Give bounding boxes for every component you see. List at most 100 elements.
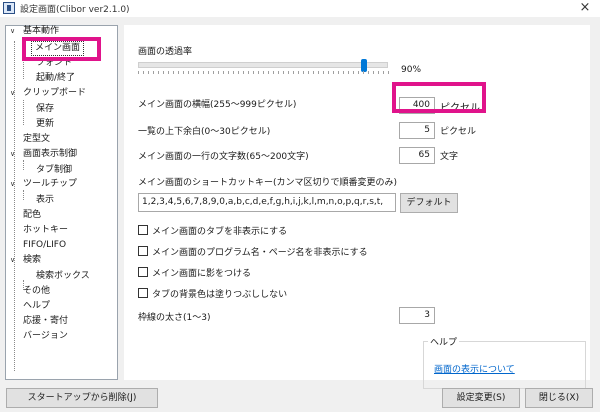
settings-window: ∨ 基本動作 メイン画面 フォント 起動/終了 ∨ クリップボード 保存 更新 … (0, 17, 600, 412)
slider-ticks (138, 71, 389, 75)
slider-tick (208, 71, 209, 74)
chevron-down-icon[interactable]: ∨ (10, 150, 18, 158)
slider-tick (188, 71, 189, 74)
shortcut-label: メイン画面のショートカットキー(カンマ区切りで順番変更のみ) (138, 178, 398, 188)
checkbox-label: メイン画面のタブを非表示にする (152, 227, 288, 237)
slider-tick (143, 71, 144, 74)
checkbox-tab-bg[interactable]: タブの背景色は塗りつぶししない (138, 287, 288, 300)
slider-tick (383, 71, 384, 74)
slider-tick (148, 71, 149, 74)
title-bar: 設定画面(Clibor ver2.1.0) × (0, 0, 600, 17)
slider-tick (183, 71, 184, 74)
checkbox-hide-tabs[interactable]: メイン画面のタブを非表示にする (138, 224, 288, 237)
tree-item-help[interactable]: ヘルプ (23, 301, 50, 312)
slider-tick (168, 71, 169, 74)
margin-label: 一覧の上下余白(0～30ピクセル) (138, 127, 271, 137)
tree-item-fifo-lifo[interactable]: FIFO/LIFO (23, 240, 66, 251)
transparency-label: 画面の透過率 (138, 47, 193, 57)
slider-tick (378, 71, 379, 74)
tree-item-other[interactable]: その他 (23, 286, 50, 297)
chars-label: メイン画面の一行の文字数(65～200文字) (138, 152, 309, 162)
slider-tick (138, 71, 139, 74)
slider-tick (293, 71, 294, 74)
chevron-down-icon[interactable]: ∨ (10, 180, 18, 188)
slider-tick (238, 71, 239, 74)
settings-tree[interactable]: ∨ 基本動作 メイン画面 フォント 起動/終了 ∨ クリップボード 保存 更新 … (5, 25, 118, 380)
tree-item-hotkey[interactable]: ホットキー (23, 225, 68, 236)
slider-tick (348, 71, 349, 74)
tree-item-display-control[interactable]: 画面表示制御 (23, 149, 77, 160)
tree-item-support[interactable]: 応援・寄付 (23, 316, 68, 327)
tree-item-tooltip[interactable]: ツールチップ (23, 179, 77, 190)
tree-item-tooltip-display[interactable]: 表示 (36, 195, 54, 206)
close-icon[interactable]: × (570, 0, 600, 17)
apply-button[interactable]: 設定変更(S) (442, 388, 520, 408)
highlight-width-field (392, 82, 486, 113)
chevron-down-icon[interactable]: ∨ (10, 89, 18, 97)
slider-tick (283, 71, 284, 74)
slider-tick (243, 71, 244, 74)
checkbox-shadow[interactable]: メイン画面に影をつける (138, 266, 252, 279)
slider-tick (233, 71, 234, 74)
slider-tick (278, 71, 279, 74)
checkbox-hide-program-name[interactable]: メイン画面のプログラム名・ページ名を非表示にする (138, 245, 368, 258)
tree-item-search[interactable]: 検索 (23, 255, 41, 266)
tree-item-colors[interactable]: 配色 (23, 210, 41, 221)
border-label: 枠線の太さ(1～3) (138, 313, 211, 323)
settings-panel: 画面の透過率 90% メイン画面の横幅(255～999ピクセル) 400 ピクセ… (124, 25, 590, 389)
window-title: 設定画面(Clibor ver2.1.0) (20, 5, 130, 15)
slider-tick (213, 71, 214, 74)
slider-tick (373, 71, 374, 74)
slider-tick (388, 71, 389, 74)
slider-tick (303, 71, 304, 74)
checkbox-label: タブの背景色は塗りつぶししない (152, 290, 288, 300)
app-icon (3, 2, 15, 14)
checkbox-box[interactable] (138, 225, 148, 235)
remove-startup-button[interactable]: スタートアップから削除(J) (6, 388, 158, 408)
slider-tick (218, 71, 219, 74)
chevron-down-icon[interactable]: ∨ (10, 27, 18, 35)
help-legend: ヘルプ (428, 335, 460, 348)
tree-item-template[interactable]: 定型文 (23, 134, 50, 145)
slider-tick (173, 71, 174, 74)
slider-tick (258, 71, 259, 74)
slider-tick (228, 71, 229, 74)
help-link[interactable]: 画面の表示について (434, 362, 515, 375)
width-label: メイン画面の横幅(255～999ピクセル) (138, 100, 297, 110)
border-input[interactable]: 3 (399, 307, 435, 324)
tree-item-tab-control[interactable]: タブ制御 (36, 165, 72, 176)
slider-tick (163, 71, 164, 74)
tree-item-search-box[interactable]: 検索ボックス (36, 271, 90, 282)
slider-tick (263, 71, 264, 74)
slider-tick (203, 71, 204, 74)
margin-input[interactable]: 5 (399, 122, 435, 139)
slider-tick (358, 71, 359, 74)
slider-tick (363, 71, 364, 74)
tree-item-basic[interactable]: 基本動作 (23, 26, 59, 37)
checkbox-box[interactable] (138, 267, 148, 277)
tree-item-save[interactable]: 保存 (36, 104, 54, 115)
tree-item-update[interactable]: 更新 (36, 119, 54, 130)
checkbox-box[interactable] (138, 288, 148, 298)
tree-item-startup[interactable]: 起動/終了 (36, 73, 75, 84)
default-button[interactable]: デフォルト (400, 193, 458, 213)
transparency-slider[interactable] (138, 59, 388, 72)
slider-tick (333, 71, 334, 74)
chevron-down-icon[interactable]: ∨ (10, 256, 18, 264)
slider-tick (338, 71, 339, 74)
slider-tick (318, 71, 319, 74)
slider-tick (193, 71, 194, 74)
shortcut-input[interactable]: 1,2,3,4,5,6,7,8,9,0,a,b,c,d,e,f,g,h,i,j,… (138, 193, 396, 212)
help-group: ヘルプ 画面の表示について (423, 335, 586, 389)
checkbox-label: メイン画面に影をつける (152, 269, 252, 279)
checkbox-box[interactable] (138, 246, 148, 256)
slider-tick (353, 71, 354, 74)
slider-tick (198, 71, 199, 74)
slider-tick (273, 71, 274, 74)
tree-item-version[interactable]: バージョン (23, 331, 68, 342)
tree-item-clipboard[interactable]: クリップボード (23, 88, 86, 99)
slider-tick (288, 71, 289, 74)
chars-input[interactable]: 65 (399, 147, 435, 164)
close-button[interactable]: 閉じる(X) (525, 388, 593, 408)
chars-unit: 文字 (440, 152, 459, 162)
